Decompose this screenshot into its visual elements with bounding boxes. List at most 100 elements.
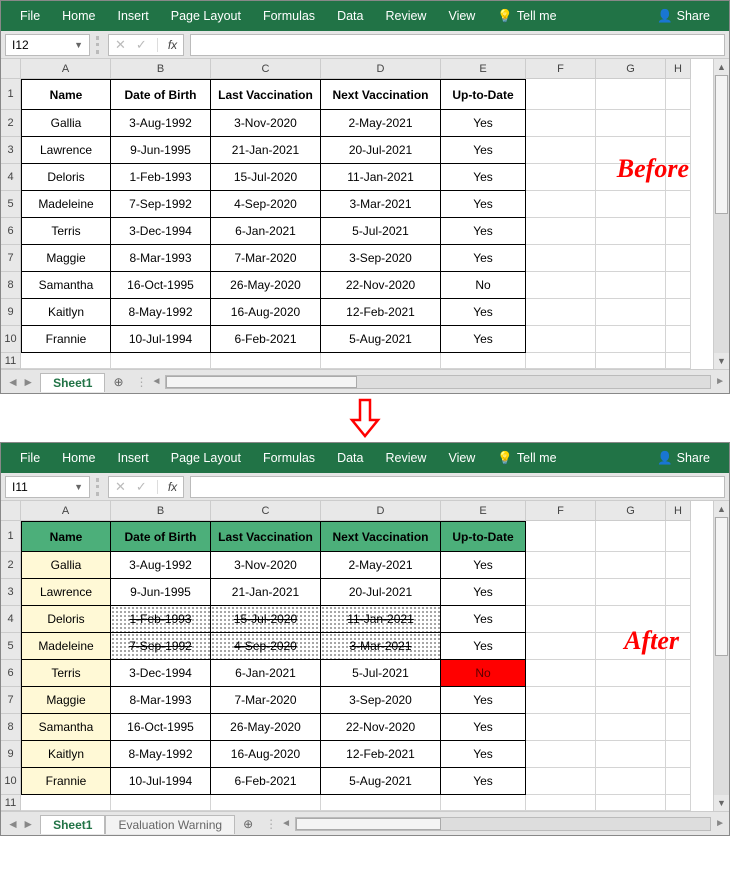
data-cell[interactable]: 11-Jan-2021	[321, 606, 441, 633]
data-cell[interactable]: 8-May-1992	[111, 299, 211, 326]
header-cell[interactable]: Name	[21, 79, 111, 110]
data-cell[interactable]	[526, 660, 596, 687]
ribbon-tellme[interactable]: 💡Tell me	[486, 1, 567, 31]
header-cell[interactable]	[596, 521, 666, 552]
select-all-corner[interactable]	[1, 59, 21, 79]
data-cell[interactable]	[596, 326, 666, 353]
data-cell[interactable]: 16-Aug-2020	[211, 299, 321, 326]
column-header[interactable]: D	[321, 59, 441, 79]
header-cell[interactable]: Last Vaccination	[211, 79, 321, 110]
data-cell[interactable]	[526, 245, 596, 272]
header-cell[interactable]: Last Vaccination	[211, 521, 321, 552]
scroll-left-icon[interactable]: ◄	[152, 376, 162, 387]
data-cell[interactable]: No	[441, 660, 526, 687]
column-header[interactable]: H	[666, 501, 691, 521]
data-cell[interactable]: 3-Aug-1992	[111, 110, 211, 137]
data-cell[interactable]	[526, 633, 596, 660]
column-header[interactable]: A	[21, 501, 111, 521]
data-cell[interactable]: 1-Feb-1993	[111, 606, 211, 633]
data-cell[interactable]: Kaitlyn	[21, 741, 111, 768]
data-cell[interactable]	[596, 768, 666, 795]
ribbon-tab-formulas[interactable]: Formulas	[252, 1, 326, 31]
data-cell[interactable]	[526, 579, 596, 606]
data-cell[interactable]	[596, 164, 666, 191]
accept-icon[interactable]: ✓	[136, 479, 147, 495]
data-cell[interactable]: 12-Feb-2021	[321, 299, 441, 326]
data-cell[interactable]	[526, 606, 596, 633]
data-cell[interactable]: 3-Sep-2020	[321, 245, 441, 272]
data-cell[interactable]: 6-Jan-2021	[211, 218, 321, 245]
row-header[interactable]: 3	[1, 137, 21, 164]
data-cell[interactable]: 7-Sep-1992	[111, 191, 211, 218]
empty-cell[interactable]	[666, 795, 691, 811]
ribbon-share[interactable]: 👤Share	[646, 443, 721, 473]
data-cell[interactable]	[666, 191, 691, 218]
fx-icon[interactable]: fx	[168, 38, 177, 52]
empty-cell[interactable]	[211, 795, 321, 811]
empty-cell[interactable]	[321, 795, 441, 811]
data-cell[interactable]: 3-Dec-1994	[111, 660, 211, 687]
column-header[interactable]: C	[211, 501, 321, 521]
divider-handle[interactable]: ⋮	[265, 817, 277, 831]
empty-cell[interactable]	[526, 353, 596, 369]
data-cell[interactable]	[596, 191, 666, 218]
data-cell[interactable]: 15-Jul-2020	[211, 606, 321, 633]
ribbon-tab-insert[interactable]: Insert	[107, 1, 160, 31]
data-cell[interactable]	[596, 714, 666, 741]
ribbon-tab-review[interactable]: Review	[374, 443, 437, 473]
empty-cell[interactable]	[111, 353, 211, 369]
data-cell[interactable]	[526, 137, 596, 164]
data-cell[interactable]: Yes	[441, 633, 526, 660]
vertical-scrollbar[interactable]: ▲▼	[713, 59, 729, 369]
row-header[interactable]: 2	[1, 552, 21, 579]
ribbon-tellme[interactable]: 💡Tell me	[486, 443, 567, 473]
ribbon-tab-insert[interactable]: Insert	[107, 443, 160, 473]
data-cell[interactable]	[666, 272, 691, 299]
data-cell[interactable]: 3-Sep-2020	[321, 687, 441, 714]
data-cell[interactable]	[666, 768, 691, 795]
divider-handle[interactable]: ⋮	[136, 375, 148, 389]
data-cell[interactable]: 7-Mar-2020	[211, 687, 321, 714]
formula-bar[interactable]	[190, 34, 725, 56]
select-all-corner[interactable]	[1, 501, 21, 521]
data-cell[interactable]	[666, 137, 691, 164]
data-cell[interactable]: 5-Jul-2021	[321, 218, 441, 245]
add-sheet-button[interactable]: ⊕	[105, 375, 131, 389]
ribbon-tab-data[interactable]: Data	[326, 1, 374, 31]
row-header[interactable]: 11	[1, 795, 21, 811]
column-header[interactable]: E	[441, 501, 526, 521]
data-cell[interactable]: 22-Nov-2020	[321, 714, 441, 741]
column-header[interactable]: E	[441, 59, 526, 79]
sheet-tab-active[interactable]: Sheet1	[40, 373, 105, 392]
data-cell[interactable]: 9-Jun-1995	[111, 137, 211, 164]
data-cell[interactable]: Madeleine	[21, 633, 111, 660]
data-cell[interactable]: Yes	[441, 687, 526, 714]
row-header[interactable]: 1	[1, 521, 21, 552]
data-cell[interactable]: Gallia	[21, 110, 111, 137]
data-cell[interactable]	[666, 218, 691, 245]
vertical-scrollbar[interactable]: ▲▼	[713, 501, 729, 811]
data-cell[interactable]: 15-Jul-2020	[211, 164, 321, 191]
data-cell[interactable]: 2-May-2021	[321, 552, 441, 579]
column-header[interactable]: B	[111, 501, 211, 521]
data-cell[interactable]: 10-Jul-1994	[111, 326, 211, 353]
name-box[interactable]: I11▼	[5, 476, 90, 498]
row-header[interactable]: 7	[1, 687, 21, 714]
data-cell[interactable]: Yes	[441, 741, 526, 768]
row-header[interactable]: 5	[1, 191, 21, 218]
row-header[interactable]: 4	[1, 606, 21, 633]
data-cell[interactable]: Lawrence	[21, 579, 111, 606]
empty-cell[interactable]	[211, 353, 321, 369]
data-cell[interactable]	[596, 741, 666, 768]
data-cell[interactable]: 2-May-2021	[321, 110, 441, 137]
row-header[interactable]: 4	[1, 164, 21, 191]
data-cell[interactable]: 4-Sep-2020	[211, 191, 321, 218]
data-cell[interactable]	[666, 687, 691, 714]
data-cell[interactable]: Yes	[441, 164, 526, 191]
data-cell[interactable]	[526, 552, 596, 579]
data-cell[interactable]: Yes	[441, 110, 526, 137]
data-cell[interactable]: Yes	[441, 218, 526, 245]
cancel-icon[interactable]: ✕	[115, 479, 126, 495]
data-cell[interactable]: Yes	[441, 552, 526, 579]
empty-cell[interactable]	[21, 795, 111, 811]
